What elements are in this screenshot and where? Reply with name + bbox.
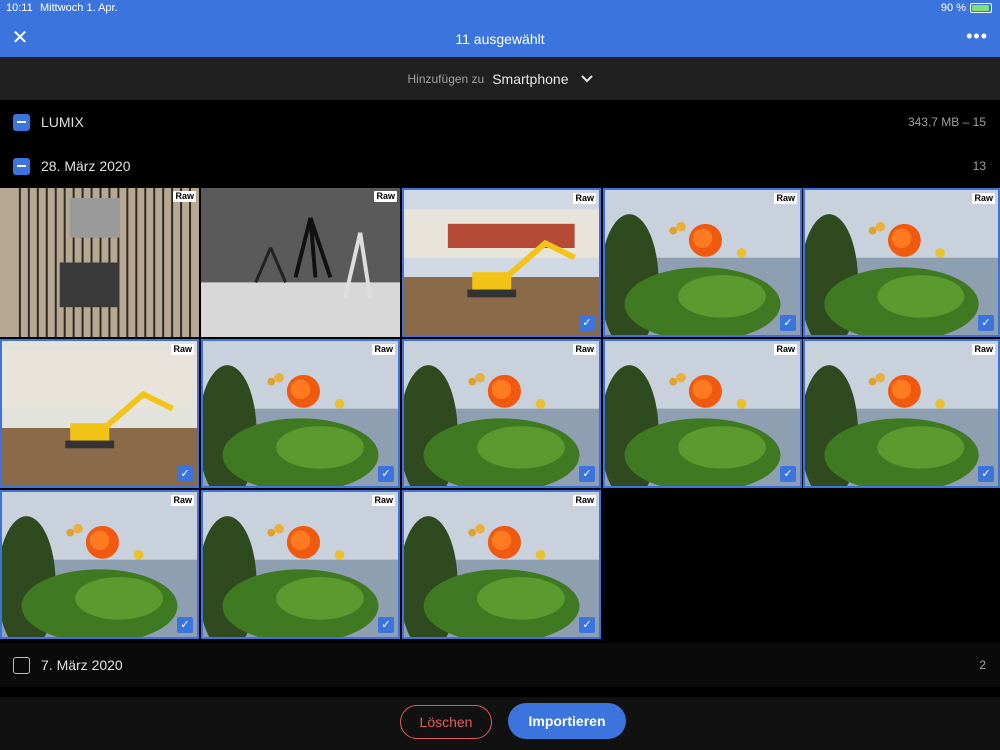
checkmark-icon: ✓: [579, 466, 595, 482]
raw-badge: Raw: [171, 344, 194, 355]
photo-thumbnail[interactable]: Raw ✓: [603, 188, 802, 337]
raw-badge: Raw: [372, 344, 395, 355]
photo-thumbnail[interactable]: Raw ✓: [402, 339, 601, 488]
photo-thumbnail[interactable]: Raw: [201, 188, 400, 337]
raw-badge: Raw: [573, 193, 596, 204]
add-to-target: Smartphone: [492, 70, 569, 87]
top-bar: 10:11 Mittwoch 1. Apr. 90 % ✕ 11 ausgewä…: [0, 0, 1000, 57]
status-time: 10:11: [6, 2, 33, 14]
raw-badge: Raw: [573, 495, 596, 506]
battery-icon: [970, 3, 992, 13]
section-checkbox-7-maerz[interactable]: [13, 656, 30, 674]
bottom-bar: Löschen Importieren: [0, 697, 1000, 750]
photo-thumbnail[interactable]: Raw ✓: [402, 490, 601, 639]
raw-badge: Raw: [573, 344, 596, 355]
selection-title: 11 ausgewählt: [455, 31, 545, 47]
section-date-7-maerz: 7. März 2020 2: [0, 643, 1000, 687]
photo-thumbnail[interactable]: Raw ✓: [201, 339, 400, 488]
chevron-down-icon: [580, 72, 593, 86]
checkmark-icon: ✓: [579, 617, 595, 633]
photo-thumbnail[interactable]: Raw ✓: [402, 188, 601, 337]
section-name: LUMIX: [41, 114, 84, 130]
photo-thumbnail[interactable]: Raw ✓: [0, 339, 199, 488]
photo-thumbnail[interactable]: Raw ✓: [0, 490, 199, 639]
section-meta: 13: [972, 159, 986, 173]
photo-thumbnail[interactable]: Raw ✓: [201, 490, 400, 639]
checkmark-icon: ✓: [978, 466, 994, 482]
checkmark-icon: ✓: [579, 315, 595, 331]
battery-status: 90 %: [941, 2, 992, 14]
section-lumix: LUMIX 343.7 MB – 15: [0, 100, 1000, 144]
section-date-28-maerz: 28. März 2020 13: [0, 144, 1000, 188]
raw-badge: Raw: [774, 344, 797, 355]
photo-thumbnail[interactable]: Raw: [0, 188, 199, 337]
section-meta: 2: [979, 658, 986, 672]
add-to-label: Hinzufügen zu: [407, 71, 485, 86]
checkmark-icon: ✓: [780, 315, 796, 331]
checkmark-icon: ✓: [177, 466, 193, 482]
raw-badge: Raw: [372, 495, 395, 506]
raw-badge: Raw: [374, 191, 397, 202]
import-button[interactable]: Importieren: [508, 703, 626, 739]
checkmark-icon: ✓: [378, 617, 394, 633]
status-date: Mittwoch 1. Apr.: [40, 2, 118, 14]
add-to-selector[interactable]: Hinzufügen zu Smartphone: [0, 57, 1000, 100]
section-checkbox-28-maerz[interactable]: [13, 157, 30, 175]
delete-button[interactable]: Löschen: [400, 705, 492, 739]
checkmark-icon: ✓: [177, 617, 193, 633]
raw-badge: Raw: [972, 193, 995, 204]
checkmark-icon: ✓: [378, 466, 394, 482]
section-name: 28. März 2020: [41, 158, 131, 174]
photo-thumbnail[interactable]: Raw ✓: [603, 339, 802, 488]
section-meta: 343.7 MB – 15: [907, 115, 986, 129]
raw-badge: Raw: [173, 191, 196, 202]
checkmark-icon: ✓: [780, 466, 796, 482]
photo-thumbnail[interactable]: Raw ✓: [803, 188, 1000, 337]
raw-badge: Raw: [972, 344, 995, 355]
photo-thumbnail[interactable]: Raw ✓: [803, 339, 1000, 488]
raw-badge: Raw: [774, 193, 797, 204]
section-checkbox-lumix[interactable]: [13, 113, 30, 131]
section-name: 7. März 2020: [41, 657, 123, 673]
checkmark-icon: ✓: [978, 315, 994, 331]
more-horizontal-icon[interactable]: •••: [966, 26, 988, 47]
raw-badge: Raw: [171, 495, 194, 506]
battery-percent: 90 %: [940, 2, 966, 14]
